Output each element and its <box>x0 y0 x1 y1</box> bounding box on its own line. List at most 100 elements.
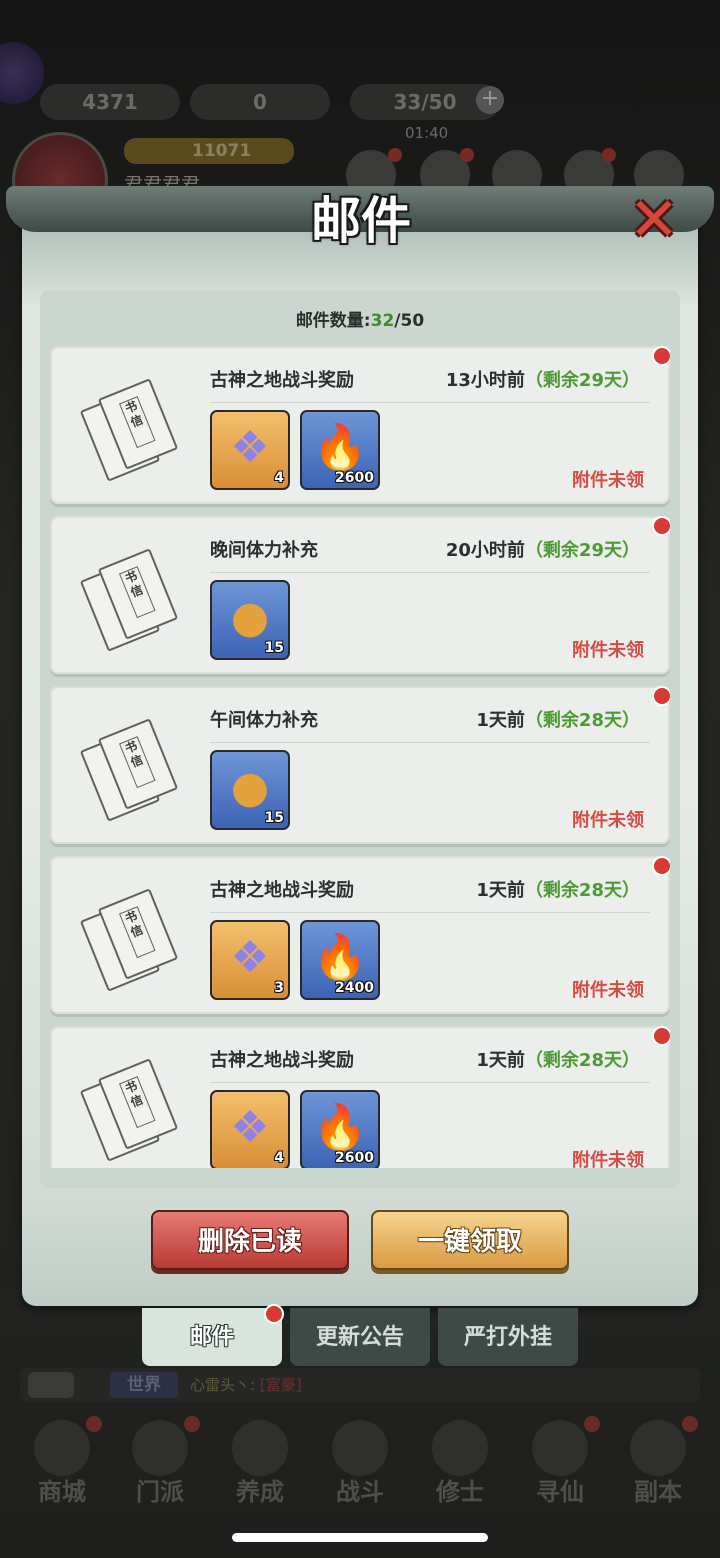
attachment-qty: 15 <box>264 810 284 826</box>
divider <box>210 1082 650 1083</box>
mail-time: 13小时前（剩余29天） <box>446 366 640 392</box>
nav-label: 副本 <box>634 1478 682 1506</box>
mail-age: 1天前 <box>476 1050 525 1071</box>
attachment-status: 附件未领 <box>572 1150 644 1168</box>
mail-remaining: （剩余28天） <box>524 710 640 731</box>
mail-title: 晚间体力补充 <box>210 540 318 561</box>
attachment-status: 附件未领 <box>572 980 644 1001</box>
nav-label: 战斗 <box>336 1478 384 1506</box>
tab-update-notice[interactable]: 更新公告 <box>290 1308 430 1366</box>
attachment-qty: 2600 <box>335 470 374 486</box>
attachment-item[interactable]: ❖ 4 <box>210 1090 290 1168</box>
sect-icon <box>132 1420 188 1476</box>
letter-icon: 书信 <box>79 886 188 992</box>
bottom-nav: 商城 门派 养成 战斗 修士 寻仙 副本 <box>0 1416 720 1516</box>
mail-remaining: （剩余29天） <box>524 540 640 561</box>
mail-remaining: （剩余28天） <box>524 880 640 901</box>
nav-dungeon: 副本 <box>616 1416 700 1512</box>
panel-title: 邮件 <box>311 191 411 250</box>
spirit-flame-icon: 🔥 <box>312 1102 368 1153</box>
gold-counter: 0 <box>190 84 330 120</box>
mail-title: 古神之地战斗奖励 <box>210 370 354 391</box>
mail-list[interactable]: 书信 古神之地战斗奖励 13小时前（剩余29天） ❖ 4 🔥 2600 附件未领… <box>50 346 670 1168</box>
dungeon-icon <box>630 1420 686 1476</box>
add-stamina-button: + <box>476 86 504 114</box>
mail-remaining: （剩余28天） <box>524 1050 640 1071</box>
mail-age: 13小时前 <box>445 370 525 391</box>
notification-dot <box>388 148 402 162</box>
mail-item[interactable]: 书信 古神之地战斗奖励 1天前（剩余28天） ❖ 4 🔥 2600 附件未领 <box>50 1026 670 1168</box>
cultivator-icon <box>432 1420 488 1476</box>
unread-dot <box>652 1026 670 1046</box>
spirit-flame-icon: 🔥 <box>312 422 368 473</box>
tab-mail[interactable]: 邮件 <box>142 1308 282 1366</box>
mail-time: 1天前（剩余28天） <box>476 706 640 732</box>
chat-message: 心雷头丶: [富豪] <box>190 1374 302 1395</box>
delete-read-button[interactable]: 删除已读 <box>151 1210 349 1270</box>
token-icon: ❖ <box>230 422 270 473</box>
close-button[interactable]: ✕ <box>624 190 684 250</box>
nav-shop: 商城 <box>20 1416 104 1512</box>
mail-age: 1天前 <box>476 880 525 901</box>
divider <box>210 402 650 403</box>
mail-item[interactable]: 书信 午间体力补充 1天前（剩余28天） ● 15 附件未领 <box>50 686 670 844</box>
mail-time: 1天前（剩余28天） <box>476 876 640 902</box>
attachment-item[interactable]: 🔥 2600 <box>300 410 380 490</box>
mail-title: 古神之地战斗奖励 <box>210 1050 354 1071</box>
attachment-qty: 3 <box>274 980 284 996</box>
nav-cultivate: 养成 <box>218 1416 302 1512</box>
letter-icon: 书信 <box>79 546 188 652</box>
mail-tabs: 邮件 更新公告 严打外挂 <box>142 1304 582 1368</box>
chat-sender: 心雷头丶: <box>190 1376 256 1394</box>
chat-channel: 世界 <box>110 1372 178 1398</box>
close-icon: ✕ <box>628 185 680 255</box>
notification-dot <box>264 1304 284 1324</box>
tab-anti-cheat[interactable]: 严打外挂 <box>438 1308 578 1366</box>
letter-icon: 书信 <box>79 376 188 482</box>
home-indicator[interactable] <box>232 1533 488 1542</box>
unread-dot <box>652 516 670 536</box>
chat-tag: [富豪] <box>259 1376 302 1394</box>
mail-time: 1天前（剩余28天） <box>476 1046 640 1072</box>
divider <box>210 742 650 743</box>
attachment-qty: 4 <box>274 1150 284 1166</box>
letter-icon: 书信 <box>79 716 188 822</box>
shop-icon <box>34 1420 90 1476</box>
mail-item[interactable]: 书信 古神之地战斗奖励 13小时前（剩余29天） ❖ 4 🔥 2600 附件未领 <box>50 346 670 504</box>
mail-count: 邮件数量:32/50 <box>40 306 680 331</box>
mail-title: 午间体力补充 <box>210 710 318 731</box>
attachment-item[interactable]: ❖ 4 <box>210 410 290 490</box>
notification-dot <box>184 1416 200 1432</box>
chat-bar: 世界 心雷头丶: [富豪] <box>20 1368 700 1402</box>
nav-sect: 门派 <box>118 1416 202 1512</box>
attachment-item[interactable]: 🔥 2600 <box>300 1090 380 1168</box>
mail-time: 20小时前（剩余29天） <box>446 536 640 562</box>
nav-label: 养成 <box>236 1478 284 1506</box>
attachment-qty: 15 <box>264 640 284 656</box>
chat-bubble-icon <box>28 1372 74 1398</box>
divider <box>210 572 650 573</box>
mail-remaining: （剩余29天） <box>524 370 640 391</box>
attachment-item[interactable]: ● 15 <box>210 750 290 830</box>
attachment-item[interactable]: ❖ 3 <box>210 920 290 1000</box>
nav-label: 门派 <box>136 1478 184 1506</box>
token-icon: ❖ <box>230 932 270 983</box>
attachment-status: 附件未领 <box>572 470 644 491</box>
nav-battle: 战斗 <box>318 1416 402 1512</box>
notification-dot <box>682 1416 698 1432</box>
attachment-item[interactable]: 🔥 2400 <box>300 920 380 1000</box>
unread-dot <box>652 346 670 366</box>
battle-icon <box>332 1420 388 1476</box>
notification-dot <box>86 1416 102 1432</box>
unread-dot <box>652 856 670 876</box>
notification-dot <box>584 1416 600 1432</box>
nav-cultivator: 修士 <box>418 1416 502 1512</box>
seek-immortal-icon <box>532 1420 588 1476</box>
attachment-status: 附件未领 <box>572 810 644 831</box>
attachment-qty: 2600 <box>335 1150 374 1166</box>
attachment-item[interactable]: ● 15 <box>210 580 290 660</box>
mail-item[interactable]: 书信 晚间体力补充 20小时前（剩余29天） ● 15 附件未领 <box>50 516 670 674</box>
mail-count-current: 32 <box>370 311 395 331</box>
claim-all-button[interactable]: 一键领取 <box>371 1210 569 1270</box>
mail-item[interactable]: 书信 古神之地战斗奖励 1天前（剩余28天） ❖ 3 🔥 2400 附件未领 <box>50 856 670 1014</box>
